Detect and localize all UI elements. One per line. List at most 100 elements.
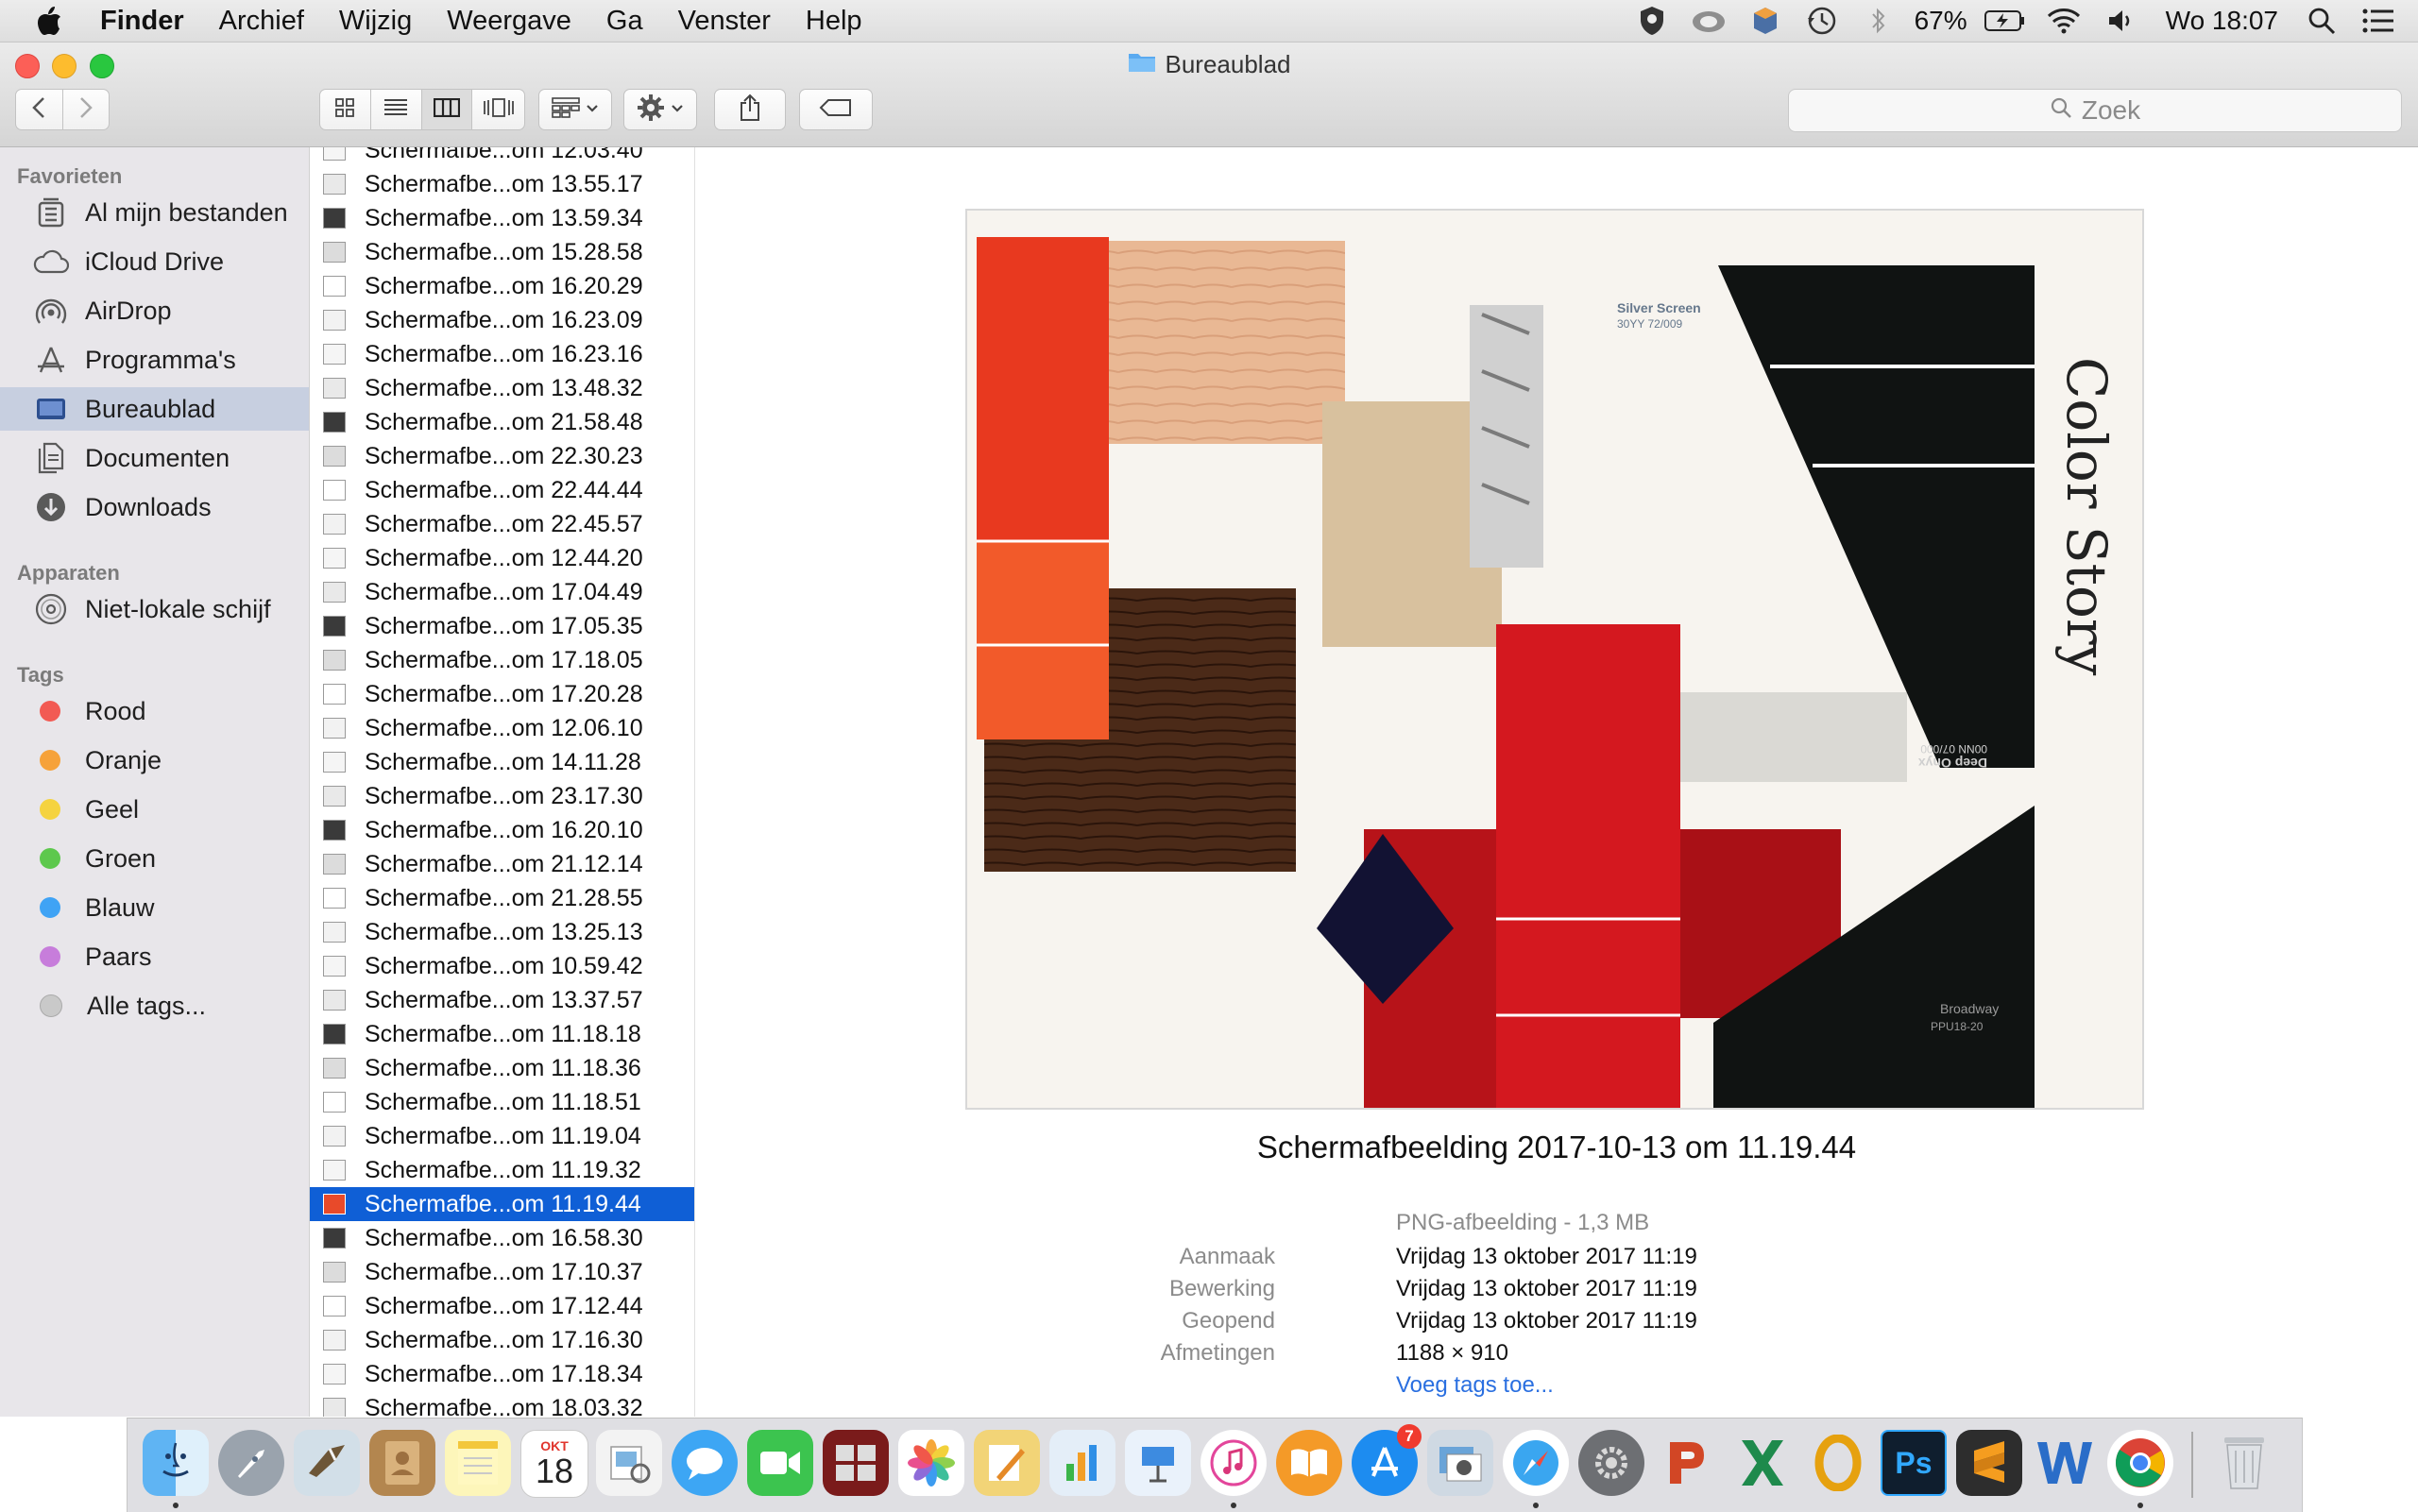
file-list-item[interactable]: Schermafbe...om 11.19.04 [310,1119,694,1153]
file-list-item[interactable]: Schermafbe...om 17.18.34 [310,1357,694,1391]
sidebar-item-all-files[interactable]: Al mijn bestanden [0,191,309,234]
sidebar-tag-red[interactable]: Rood [0,689,309,733]
action-menu-button[interactable] [623,89,697,130]
file-list-item[interactable]: Schermafbe...om 17.20.28 [310,677,694,711]
sidebar-item-downloads[interactable]: Downloads [0,485,309,529]
launchpad-dock-icon[interactable] [218,1430,284,1496]
vpn-shield-icon[interactable] [1631,0,1673,42]
file-list-item[interactable]: Schermafbe...om 13.59.34 [310,201,694,235]
powerpoint-dock-icon[interactable] [1654,1430,1720,1496]
sidebar-tag-blue[interactable]: Blauw [0,886,309,929]
sidebar-item-airdrop[interactable]: AirDrop [0,289,309,332]
app-store-dock-icon[interactable]: 7 [1352,1424,1422,1496]
file-list-item[interactable]: Schermafbe...om 11.18.18 [310,1017,694,1051]
file-list-item[interactable]: Schermafbe...om 21.12.14 [310,847,694,881]
file-list-item[interactable]: Schermafbe...om 16.23.16 [310,337,694,371]
file-list-item[interactable]: Schermafbe...om 14.11.28 [310,745,694,779]
image-capture-dock-icon[interactable] [1427,1430,1493,1496]
spotlight-search-icon[interactable] [2301,0,2342,42]
menu-app-name[interactable]: Finder [100,0,184,42]
mail-eagle-dock-icon[interactable] [294,1430,360,1496]
search-input[interactable]: Zoek [1788,89,2402,132]
sidebar-tag-orange[interactable]: Oranje [0,739,309,782]
gallery-view-button[interactable] [472,90,524,129]
file-list-item[interactable]: Schermafbe...om 21.58.48 [310,405,694,439]
sidebar-tag-all[interactable]: Alle tags... [0,984,309,1028]
file-list-item[interactable]: Schermafbe...om 17.16.30 [310,1323,694,1357]
bluetooth-icon[interactable] [1858,0,1899,42]
photoshop-dock-icon[interactable]: Ps [1881,1430,1947,1496]
file-list-item[interactable]: Schermafbe...om 13.25.13 [310,915,694,949]
trash-dock-icon[interactable] [2211,1430,2277,1496]
preview-dock-icon[interactable] [596,1430,662,1496]
word-dock-icon[interactable] [2032,1430,2098,1496]
notification-center-icon[interactable] [2358,0,2399,42]
file-list-item[interactable]: Schermafbe...om 15.28.58 [310,235,694,269]
forward-button[interactable] [63,90,110,129]
keynote-dock-icon[interactable] [1125,1430,1191,1496]
file-list-item[interactable]: Schermafbe...om 12.06.10 [310,711,694,745]
menu-wijzig[interactable]: Wijzig [339,0,412,42]
safari-dock-icon[interactable] [1503,1430,1569,1496]
sublime-text-dock-icon[interactable] [1956,1430,2022,1496]
arrange-button[interactable] [538,89,612,130]
photo-booth-dock-icon[interactable] [823,1430,889,1496]
calendar-dock-icon[interactable]: OKT 18 [520,1430,588,1498]
sidebar-item-applications[interactable]: Programma's [0,338,309,382]
column-view-button[interactable] [421,90,473,129]
sidebar-item-documents[interactable]: Documenten [0,436,309,480]
pages-dock-icon[interactable] [974,1430,1040,1496]
file-list-item[interactable]: Schermafbe...om 21.28.55 [310,881,694,915]
share-button[interactable] [714,89,786,130]
sidebar-tag-green[interactable]: Groen [0,837,309,880]
file-list-item[interactable]: Schermafbe...om 17.18.05 [310,643,694,677]
file-list-item[interactable]: Schermafbe...om 16.20.29 [310,269,694,303]
file-list-item[interactable]: Schermafbe...om 16.20.10 [310,813,694,847]
file-list-item[interactable]: Schermafbe...om 23.17.30 [310,779,694,813]
file-list-item[interactable]: Schermafbe...om 12.44.20 [310,541,694,575]
wifi-icon[interactable] [2043,0,2085,42]
ibooks-dock-icon[interactable] [1276,1430,1342,1496]
system-preferences-dock-icon[interactable] [1578,1430,1644,1496]
contacts-dock-icon[interactable] [369,1430,435,1496]
file-list-item[interactable]: Schermafbe...om 11.18.36 [310,1051,694,1085]
photos-dock-icon[interactable] [898,1430,964,1496]
volume-icon[interactable] [2100,0,2141,42]
menu-weergave[interactable]: Weergave [447,0,571,42]
sidebar-item-desktop[interactable]: Bureaublad [0,387,309,431]
file-list-item[interactable]: Schermafbe...om 12.03.40 [310,147,694,167]
file-list-item[interactable]: Schermafbe...om 18.03.32 [310,1391,694,1417]
file-list-item[interactable]: Schermafbe...om 22.44.44 [310,473,694,507]
finder-dock-icon[interactable] [143,1430,209,1496]
menu-ga[interactable]: Ga [606,0,643,42]
chrome-dock-icon[interactable] [2107,1430,2173,1496]
menu-venster[interactable]: Venster [678,0,771,42]
time-machine-icon[interactable] [1801,0,1843,42]
menu-archief[interactable]: Archief [219,0,304,42]
file-list-item[interactable]: Schermafbe...om 22.45.57 [310,507,694,541]
sidebar-item-icloud-drive[interactable]: iCloud Drive [0,240,309,283]
sidebar-item-remote-disc[interactable]: Niet-lokale schijf [0,587,309,631]
add-tags-link[interactable]: Voeg tags toe... [1396,1372,1554,1399]
extension-cube-icon[interactable] [1745,0,1786,42]
battery-charging-icon[interactable] [1983,0,2028,42]
sidebar-tag-yellow[interactable]: Geel [0,788,309,831]
file-list-item[interactable]: Schermafbe...om 10.59.42 [310,949,694,983]
notes-dock-icon[interactable] [445,1430,511,1496]
numbers-dock-icon[interactable] [1049,1430,1115,1496]
file-list-item[interactable]: Schermafbe...om 16.58.30 [310,1221,694,1255]
file-list-item[interactable]: Schermafbe...om 17.12.44 [310,1289,694,1323]
file-list-item[interactable]: Schermafbe...om 11.18.51 [310,1085,694,1119]
file-list-item[interactable]: Schermafbe...om 22.30.23 [310,439,694,473]
file-list-item[interactable]: Schermafbe...om 17.10.37 [310,1255,694,1289]
file-list-item[interactable]: Schermafbe...om 13.55.17 [310,167,694,201]
list-view-button[interactable] [371,90,422,129]
file-list-item[interactable]: Schermafbe...om 17.04.49 [310,575,694,609]
sidebar-tag-purple[interactable]: Paars [0,935,309,978]
file-list-item[interactable]: Schermafbe...om 11.19.32 [310,1153,694,1187]
messages-dock-icon[interactable] [672,1430,738,1496]
creative-cloud-icon[interactable] [1688,0,1729,42]
menu-help[interactable]: Help [806,0,862,42]
icon-view-button[interactable] [320,90,371,129]
file-list-item[interactable]: Schermafbe...om 16.23.09 [310,303,694,337]
